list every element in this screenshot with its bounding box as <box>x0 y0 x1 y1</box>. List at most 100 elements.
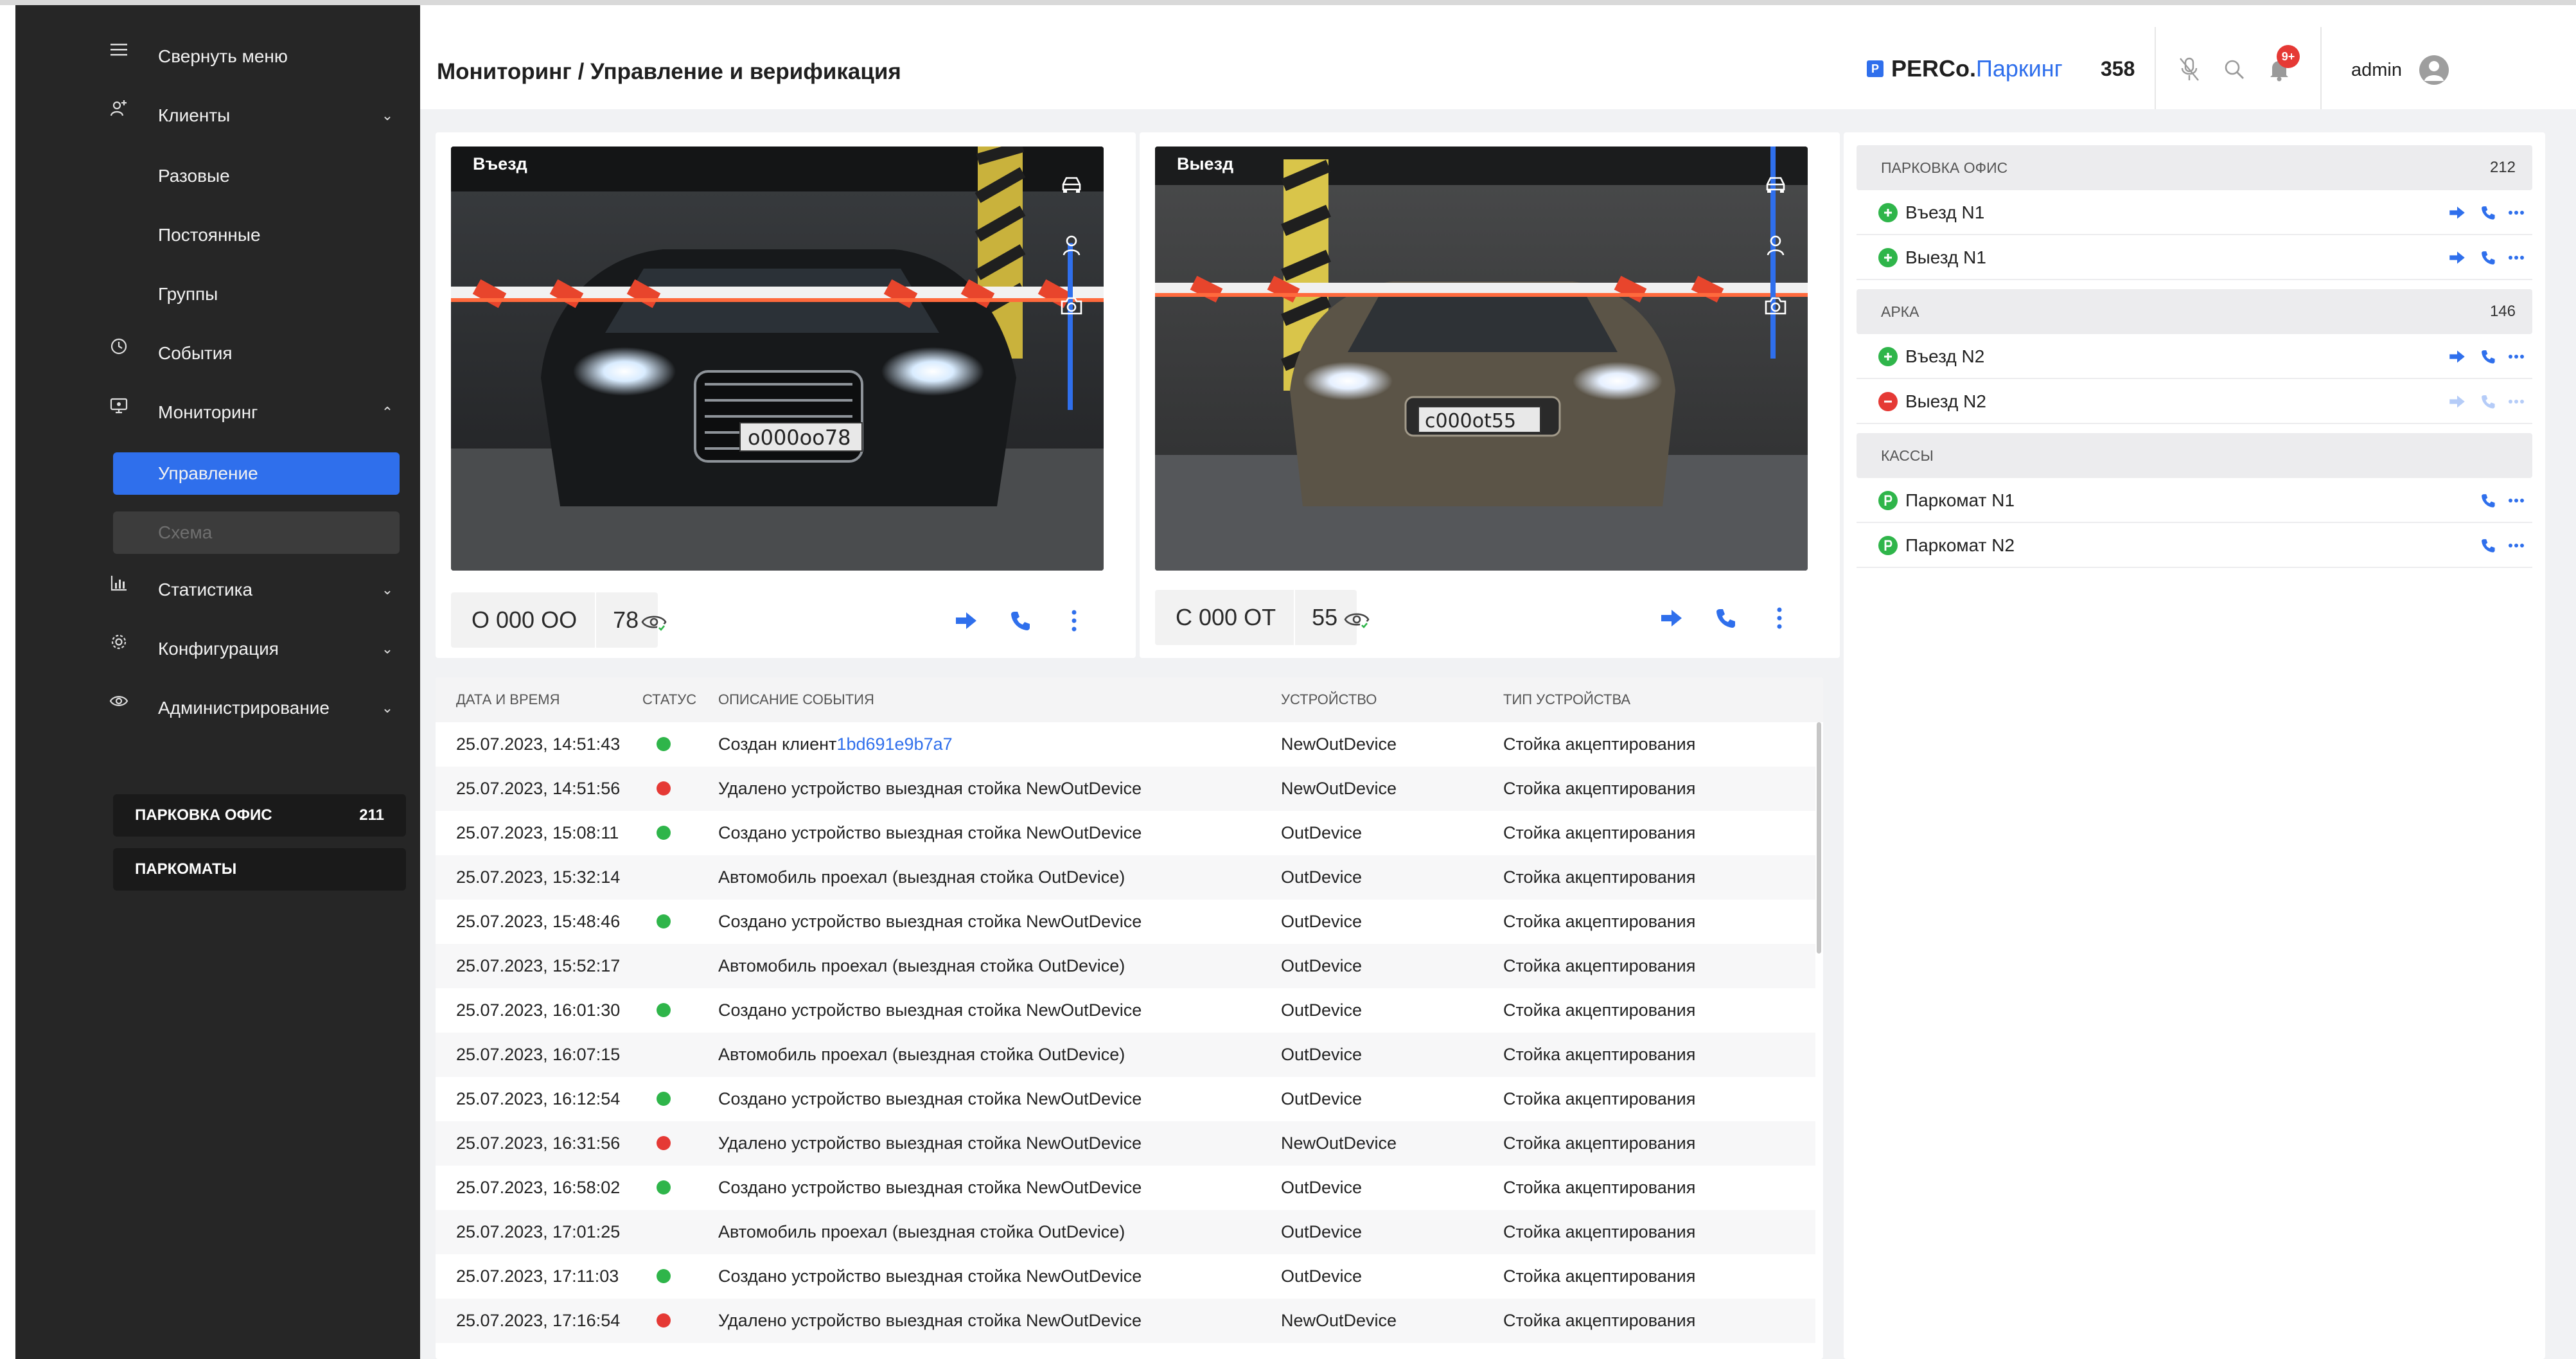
table-row[interactable]: 25.07.2023, 16:58:02 Создано устройство в… <box>436 1166 1815 1210</box>
chevron-down-icon[interactable]: ⌄ <box>379 630 396 668</box>
table-row[interactable]: 25.07.2023, 16:31:56 Удалено устройство в… <box>436 1121 1815 1166</box>
phone-icon[interactable] <box>2476 245 2500 270</box>
sidebar-parking-kiosks[interactable]: ПАРКОМАТЫ <box>113 848 406 891</box>
table-scrollbar[interactable] <box>1817 722 1821 954</box>
more-horizontal-icon[interactable] <box>2504 344 2528 369</box>
column-header-status[interactable]: СТАТУС <box>642 677 696 722</box>
column-header-datetime[interactable]: ДАТА И ВРЕМЯ <box>456 677 560 722</box>
chevron-down-icon[interactable]: ⌄ <box>379 96 396 135</box>
table-row[interactable]: 25.07.2023, 15:08:11 Создано устройство в… <box>436 811 1815 855</box>
open-barrier-arrow-icon[interactable] <box>2445 245 2469 270</box>
plate-field-exit[interactable]: С 000 ОТ 55 <box>1155 590 1357 645</box>
header-divider <box>2155 27 2156 111</box>
cell-description: Автомобиль проехал (выездная стойка OutD… <box>718 855 1125 900</box>
group-title: КАССЫ <box>1881 447 1934 464</box>
sidebar-item-events[interactable]: События <box>158 334 233 373</box>
microphone-off-icon[interactable] <box>2175 55 2203 84</box>
sidebar-item-statistics[interactable]: Статистика <box>158 571 252 609</box>
sidebar-item-permanent[interactable]: Постоянные <box>158 216 261 254</box>
sidebar-item-monitoring[interactable]: Мониторинг <box>158 393 258 432</box>
phone-icon[interactable] <box>2476 344 2500 369</box>
chevron-up-icon[interactable]: ⌃ <box>379 393 396 432</box>
sidebar-parking-office[interactable]: ПАРКОВКА ОФИС 211 <box>113 794 406 837</box>
table-row[interactable]: 25.07.2023, 14:51:43 Создан клиент 1bd691… <box>436 722 1815 767</box>
device-group-header[interactable]: ПАРКОВКА ОФИС 212 <box>1857 145 2532 190</box>
logo-product: Паркинг <box>1976 55 2063 82</box>
search-icon[interactable] <box>2220 55 2248 84</box>
open-barrier-arrow-icon[interactable] <box>2445 200 2469 225</box>
car-icon[interactable] <box>1755 164 1796 206</box>
collapse-menu-button[interactable]: Свернуть меню <box>158 37 288 76</box>
column-header-device-type[interactable]: ТИП УСТРОЙСТВА <box>1503 677 1630 722</box>
more-vertical-icon[interactable] <box>1764 603 1795 634</box>
phone-icon[interactable] <box>2476 533 2500 558</box>
device-row[interactable]: Въезд N1 <box>1857 190 2532 235</box>
device-row[interactable]: Въезд N2 <box>1857 334 2532 379</box>
phone-icon[interactable] <box>1710 603 1741 634</box>
table-row[interactable]: 25.07.2023, 17:01:25 Автомобиль проехал (… <box>436 1210 1815 1254</box>
column-header-description[interactable]: ОПИСАНИЕ СОБЫТИЯ <box>718 677 874 722</box>
eye-check-icon[interactable] <box>640 608 668 636</box>
plate-field-entry[interactable]: О 000 ОО 78 <box>451 592 658 648</box>
table-row[interactable]: 25.07.2023, 15:48:46 Создано устройство в… <box>436 900 1815 944</box>
camera-feed-entry[interactable]: o000oo78 <box>451 147 1104 571</box>
sidebar-item-onetime[interactable]: Разовые <box>158 157 230 195</box>
client-link[interactable]: 1bd691e9b7a7 <box>836 734 952 754</box>
table-row[interactable]: 25.07.2023, 16:01:30 Создано устройство в… <box>436 988 1815 1033</box>
person-icon[interactable] <box>1755 225 1796 266</box>
user-name[interactable]: admin <box>2351 54 2402 86</box>
person-icon[interactable] <box>1051 225 1092 266</box>
open-barrier-arrow-icon[interactable] <box>951 605 982 636</box>
more-horizontal-icon[interactable] <box>2504 389 2528 414</box>
more-horizontal-icon[interactable] <box>2504 533 2528 558</box>
chevron-down-icon[interactable]: ⌄ <box>379 571 396 609</box>
cell-device: OutDevice <box>1281 1222 1363 1241</box>
cell-datetime: 25.07.2023, 16:12:54 <box>456 1089 621 1108</box>
table-row[interactable]: 25.07.2023, 16:07:15 Автомобиль проехал (… <box>436 1033 1815 1077</box>
device-row[interactable]: Паркомат N2 <box>1857 523 2532 568</box>
sidebar-item-configuration[interactable]: Конфигурация <box>158 630 279 668</box>
cell-device-type: Стойка акцептирования <box>1503 912 1696 931</box>
table-row[interactable]: 25.07.2023, 14:51:56 Удалено устройство в… <box>436 767 1815 811</box>
eye-check-icon[interactable] <box>1343 605 1371 634</box>
phone-icon[interactable] <box>1005 605 1036 636</box>
table-row[interactable]: 25.07.2023, 17:16:54 Удалено устройство в… <box>436 1299 1815 1343</box>
table-row[interactable]: 25.07.2023, 15:32:14 Автомобиль проехал (… <box>436 855 1815 900</box>
chevron-down-icon[interactable]: ⌄ <box>379 689 396 727</box>
cell-device-type: Стойка акцептирования <box>1503 1089 1696 1108</box>
avatar[interactable] <box>2419 55 2449 85</box>
description-text: Удалено устройство выездная стойка NewOu… <box>718 1311 1142 1330</box>
table-row[interactable]: 25.07.2023, 16:12:54 Создано устройство в… <box>436 1077 1815 1121</box>
sidebar-item-clients[interactable]: Клиенты <box>158 96 230 135</box>
sidebar-item-administration[interactable]: Администрирование <box>158 689 330 727</box>
hamburger-icon[interactable] <box>108 39 130 60</box>
more-vertical-icon[interactable] <box>1059 605 1090 636</box>
more-horizontal-icon[interactable] <box>2504 488 2528 513</box>
open-barrier-arrow-icon[interactable] <box>2445 344 2469 369</box>
phone-icon[interactable] <box>2476 200 2500 225</box>
phone-icon[interactable] <box>2476 488 2500 513</box>
phone-icon[interactable] <box>2476 389 2500 414</box>
more-horizontal-icon[interactable] <box>2504 245 2528 270</box>
cell-device-type: Стойка акцептирования <box>1503 1311 1696 1330</box>
camera-snapshot-icon[interactable] <box>1755 285 1796 326</box>
parking-name: ПАРКОМАТЫ <box>135 860 237 878</box>
camera-snapshot-icon[interactable] <box>1051 285 1092 326</box>
more-horizontal-icon[interactable] <box>2504 200 2528 225</box>
device-row[interactable]: Выезд N1 <box>1857 235 2532 280</box>
open-barrier-arrow-icon[interactable] <box>2445 389 2469 414</box>
column-header-device[interactable]: УСТРОЙСТВО <box>1281 677 1377 722</box>
table-row[interactable]: 25.07.2023, 17:11:03 Создано устройство в… <box>436 1254 1815 1299</box>
camera-feed-exit[interactable]: c000ot55 <box>1155 147 1808 571</box>
device-group-header[interactable]: КАССЫ <box>1857 433 2532 478</box>
device-row[interactable]: Выезд N2 <box>1857 379 2532 424</box>
gate-error-icon <box>1878 392 1898 411</box>
open-barrier-arrow-icon[interactable] <box>1656 603 1687 634</box>
sidebar-item-groups[interactable]: Группы <box>158 275 218 314</box>
device-row[interactable]: Паркомат N1 <box>1857 478 2532 523</box>
sidebar-item-control[interactable]: Управление <box>158 454 258 493</box>
table-row[interactable]: 25.07.2023, 15:52:17 Автомобиль проехал (… <box>436 944 1815 988</box>
device-group-header[interactable]: АРКА 146 <box>1857 289 2532 334</box>
car-icon[interactable] <box>1051 164 1092 206</box>
status-dot-green <box>657 826 671 840</box>
